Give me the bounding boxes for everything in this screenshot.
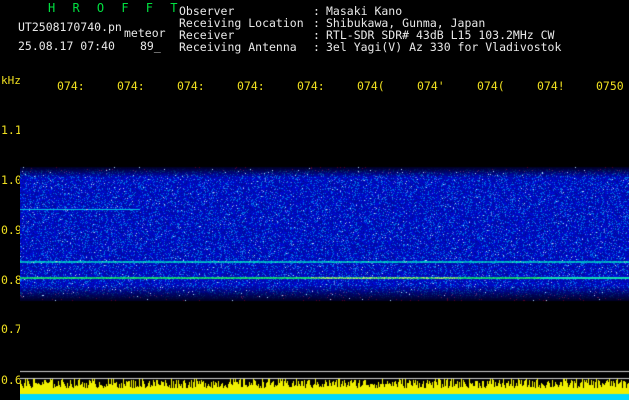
y-tick: 1.0 (1, 173, 22, 187)
spectrogram-plot (20, 95, 629, 400)
antenna-key: Receiving Antenna (179, 40, 297, 54)
antenna-value: 3el Yagi(V) Az 330 for Vladivostok (326, 40, 562, 54)
x-tick: 074: (177, 79, 205, 93)
x-tick: 074: (237, 79, 265, 93)
antenna-sep: : (313, 40, 320, 54)
x-tick: 074( (477, 79, 505, 93)
y-tick: 0.9 (1, 223, 22, 237)
x-tick: 074: (117, 79, 145, 93)
x-tick: 074' (417, 79, 445, 93)
x-tick: 074: (57, 79, 85, 93)
x-tick: 074( (357, 79, 385, 93)
hrofft-window: H R O F F T UT2508170740.pn meteor 25.08… (0, 0, 629, 400)
y-tick: 0.6 (1, 373, 22, 387)
app-title: H R O F F T (48, 1, 183, 15)
y-tick: 0.8 (1, 273, 22, 287)
filename-label: UT2508170740.pn (18, 20, 122, 34)
y-tick: 1.1 (1, 123, 22, 137)
x-tick: 074: (297, 79, 325, 93)
x-tick: 0750 (596, 79, 624, 93)
y-axis-unit: kHz (1, 74, 21, 87)
datetime-label: 25.08.17 07:40 (18, 39, 115, 53)
x-tick: 074! (537, 79, 565, 93)
y-tick: 0.7 (1, 322, 22, 336)
meteor-label: meteor (124, 26, 166, 40)
meteor-count: 89_ (140, 39, 161, 53)
